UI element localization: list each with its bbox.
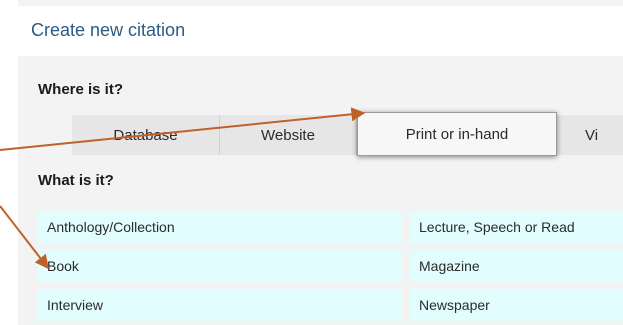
annotation-arrows (0, 107, 366, 270)
arrow-to-print-tab (0, 107, 366, 151)
arrow-to-book (0, 205, 49, 270)
